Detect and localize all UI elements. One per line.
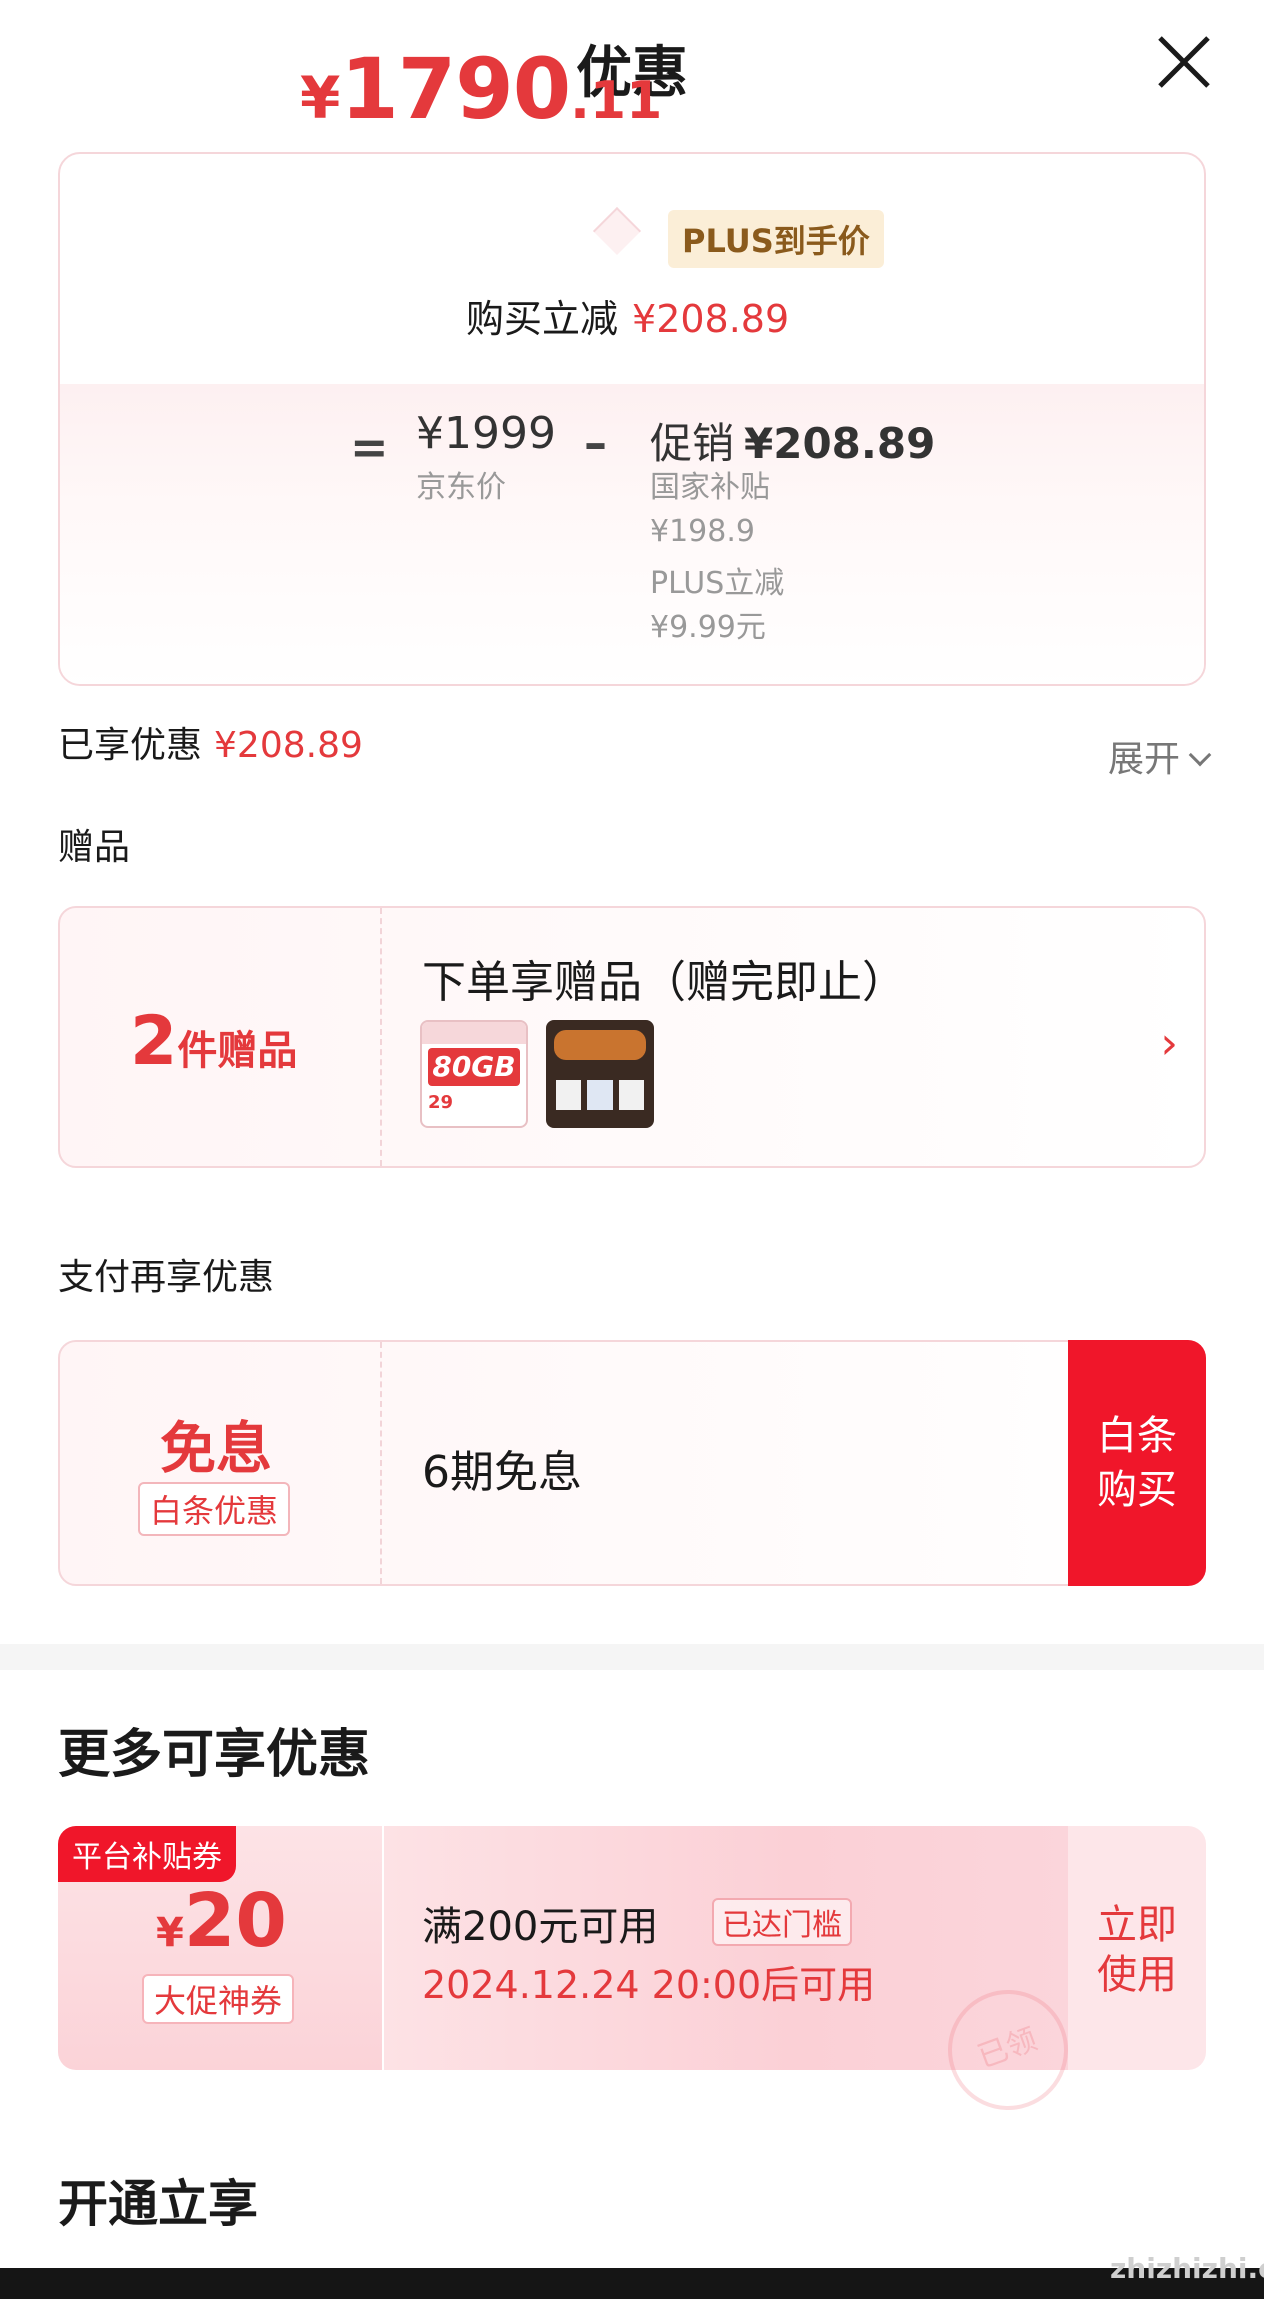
chevron-down-icon xyxy=(1188,743,1212,767)
installments-text: 6期免息 xyxy=(422,1447,582,1498)
baitiao-buy-button[interactable]: 白条 购买 xyxy=(1068,1340,1206,1586)
baitiao-badge: 白条优惠 xyxy=(138,1482,291,1536)
coupon-valid-time: 2024.12.24 20:00后可用 xyxy=(422,1963,876,2007)
section-separator xyxy=(0,1644,1264,1670)
gift-title: 下单享赠品（赠完即止） xyxy=(422,957,906,1008)
free-interest-label: 免息 xyxy=(160,1417,272,1482)
open-section-title: 开通立享 xyxy=(58,2175,258,2233)
coupon-kind-badge: 大促神券 xyxy=(142,1974,295,2024)
plus-price-badge: PLUS到手价 xyxy=(668,210,884,268)
gift-thumbnail-data-card: 80GB 29 xyxy=(420,1020,528,1128)
gifts-section-label: 赠品 xyxy=(58,827,131,868)
detail-plus-reduce-amount: ¥9.99元 xyxy=(650,610,766,645)
threshold-reached-badge: 已达门槛 xyxy=(712,1898,852,1946)
jd-price-label: 京东价 xyxy=(416,470,506,505)
more-offers-title: 更多可享优惠 xyxy=(58,1725,371,1785)
payment-section-label: 支付再享优惠 xyxy=(58,1257,275,1298)
final-price: ¥1790.11 xyxy=(300,40,663,138)
detail-plus-reduce: PLUS立减 xyxy=(650,566,785,601)
coupon-condition: 满200元可用 xyxy=(422,1904,659,1950)
close-icon[interactable] xyxy=(1152,30,1216,94)
jd-price: ¥1999 xyxy=(416,408,556,459)
detail-national-subsidy-amount: ¥198.9 xyxy=(650,514,755,549)
gift-count: 2件赠品 xyxy=(130,1002,298,1081)
chevron-right-icon[interactable]: › xyxy=(1160,1018,1178,1069)
detail-national-subsidy: 国家补贴 xyxy=(650,470,770,505)
gift-thumbnail-product xyxy=(546,1020,654,1128)
bottom-bar xyxy=(0,2268,1264,2299)
expand-button[interactable]: 展开 xyxy=(1108,730,1212,782)
use-coupon-button[interactable]: 立即 使用 xyxy=(1068,1900,1206,2000)
watermark: zhizhizhi.com xyxy=(1110,2252,1264,2285)
buy-reduce-row: 购买立减 ¥208.89 xyxy=(466,297,790,341)
minus-sign: – xyxy=(584,416,607,470)
saved-discount: 已享优惠 ¥208.89 xyxy=(58,725,363,766)
coupon-amount: ¥20 xyxy=(156,1878,287,1964)
equals-sign: = xyxy=(350,420,389,474)
promo-total: 促销 ¥208.89 xyxy=(650,419,936,468)
platform-subsidy-tag: 平台补贴券 xyxy=(58,1826,236,1882)
